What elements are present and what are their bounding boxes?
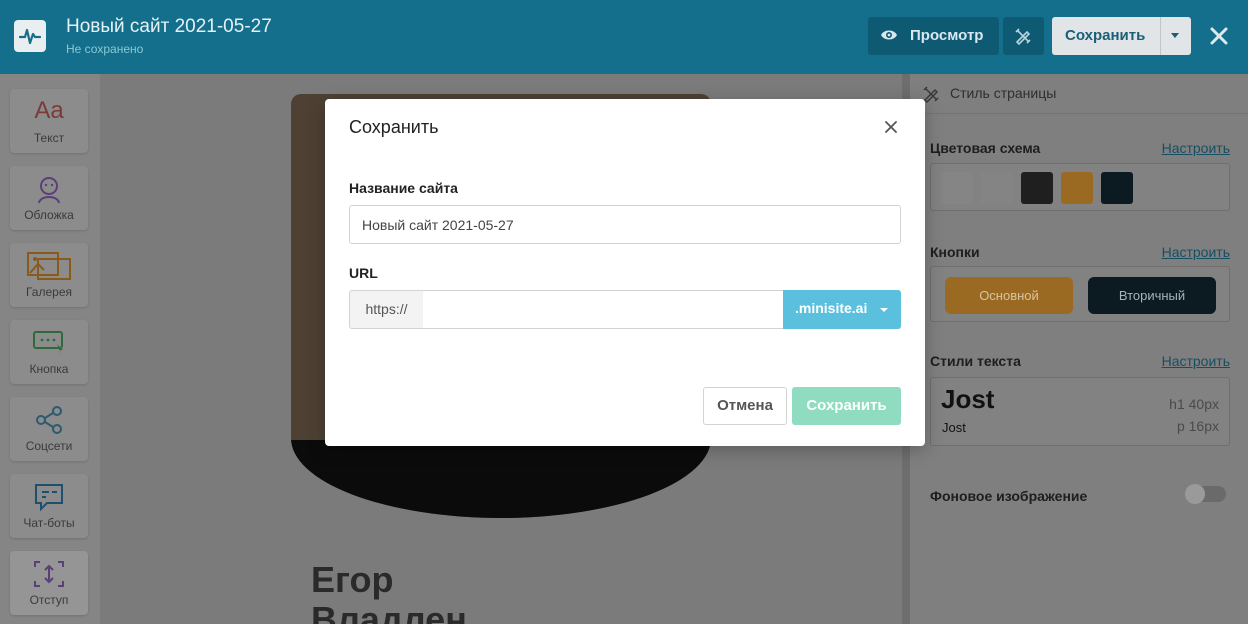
name-line-1: Егор bbox=[311, 559, 394, 600]
p-size: p 16px bbox=[1176, 418, 1219, 434]
background-image-title: Фоновое изображение bbox=[930, 488, 1088, 504]
close-icon[interactable] bbox=[883, 119, 899, 135]
url-prefix: https:// bbox=[349, 290, 424, 329]
color-scheme-configure-link[interactable]: Настроить bbox=[1162, 140, 1230, 156]
preview-label: Просмотр bbox=[910, 27, 984, 44]
color-swatch[interactable] bbox=[1101, 172, 1133, 204]
tool-social[interactable]: Соцсети bbox=[10, 397, 88, 461]
buttons-preview: Основной Вторичный bbox=[930, 266, 1230, 322]
domain-dropdown[interactable]: .minisite.ai bbox=[783, 290, 901, 329]
save-dialog: Сохранить Название сайта URL https:// .m… bbox=[325, 99, 925, 446]
chevron-down-icon bbox=[880, 308, 888, 312]
divider bbox=[1160, 17, 1161, 55]
tool-text[interactable]: Aa Текст bbox=[10, 89, 88, 153]
tool-spacing[interactable]: Отступ bbox=[10, 551, 88, 615]
site-title: Новый сайт 2021-05-27 bbox=[66, 16, 272, 37]
panel-header: Стиль страницы bbox=[910, 74, 1248, 114]
cover-name[interactable]: Егор Владлен bbox=[311, 560, 467, 624]
tool-label: Кнопка bbox=[29, 362, 69, 376]
design-tools-button[interactable] bbox=[1003, 17, 1044, 55]
color-swatches bbox=[930, 163, 1230, 211]
save-status: Не сохранено bbox=[66, 42, 144, 56]
share-icon bbox=[10, 405, 88, 440]
name-line-2: Владлен bbox=[311, 599, 467, 624]
tool-chatbots[interactable]: Чат-боты bbox=[10, 474, 88, 538]
pencil-ruler-icon bbox=[923, 86, 939, 103]
tool-label: Галерея bbox=[25, 285, 73, 299]
tool-button[interactable]: Кнопка bbox=[10, 320, 88, 384]
cover-face-icon bbox=[10, 174, 88, 209]
text-aa-icon: Aa bbox=[34, 97, 64, 124]
tool-label: Чат-боты bbox=[23, 516, 75, 530]
domain-label: .minisite.ai bbox=[795, 300, 868, 316]
buttons-configure-link[interactable]: Настроить bbox=[1162, 244, 1230, 260]
tool-label: Отступ bbox=[29, 593, 69, 607]
text-styles-configure-link[interactable]: Настроить bbox=[1162, 353, 1230, 369]
color-swatch[interactable] bbox=[981, 172, 1013, 204]
color-swatch[interactable] bbox=[1021, 172, 1053, 204]
secondary-button-sample[interactable]: Вторичный bbox=[1088, 277, 1216, 314]
close-icon[interactable] bbox=[1207, 24, 1231, 48]
site-name-input[interactable] bbox=[349, 205, 901, 244]
save-button[interactable]: Сохранить bbox=[792, 387, 901, 425]
preview-button[interactable]: Просмотр bbox=[868, 17, 999, 55]
buttons-title: Кнопки bbox=[930, 244, 980, 260]
body-font-sample: Jost bbox=[942, 420, 966, 435]
top-bar: Новый сайт 2021-05-27 Не сохранено Просм… bbox=[0, 0, 1248, 74]
tool-label: Соцсети bbox=[25, 439, 73, 453]
url-label: URL bbox=[349, 265, 378, 281]
primary-button-sample[interactable]: Основной bbox=[945, 277, 1073, 314]
button-icon bbox=[10, 328, 88, 361]
url-field-group: https:// .minisite.ai bbox=[349, 290, 901, 329]
color-swatch[interactable] bbox=[941, 172, 973, 204]
chat-icon bbox=[10, 482, 88, 517]
save-top-label: Сохранить bbox=[1065, 27, 1146, 44]
app-logo-icon[interactable] bbox=[14, 20, 46, 52]
eye-icon bbox=[881, 30, 897, 40]
chevron-down-icon[interactable] bbox=[1171, 33, 1179, 38]
pencil-ruler-icon bbox=[1015, 28, 1031, 45]
tool-cover[interactable]: Обложка bbox=[10, 166, 88, 230]
h1-size: h1 40px bbox=[1169, 396, 1219, 412]
spacing-icon bbox=[10, 559, 88, 594]
site-name-label: Название сайта bbox=[349, 180, 458, 196]
tool-label: Текст bbox=[33, 131, 65, 145]
heading-font-sample: Jost bbox=[941, 384, 995, 414]
text-styles-title: Стили текста bbox=[930, 353, 1021, 369]
text-styles-preview[interactable]: Jost Jost h1 40px p 16px bbox=[930, 377, 1230, 446]
dialog-title: Сохранить bbox=[349, 117, 439, 137]
tool-gallery[interactable]: Галерея bbox=[10, 243, 88, 307]
style-panel: Стиль страницы Цветовая схема Настроить … bbox=[910, 74, 1248, 624]
color-swatch[interactable] bbox=[1061, 172, 1093, 204]
left-toolbar: Aa Текст Обложка Галерея Кнопка Соцсети … bbox=[0, 74, 100, 624]
photo-shirt bbox=[291, 440, 711, 518]
toggle-knob bbox=[1185, 484, 1205, 504]
panel-title: Стиль страницы bbox=[950, 85, 1057, 101]
tool-label: Обложка bbox=[24, 208, 74, 222]
gallery-icon bbox=[10, 251, 88, 286]
cancel-button[interactable]: Отмена bbox=[703, 387, 787, 425]
url-input[interactable] bbox=[423, 290, 784, 329]
color-scheme-title: Цветовая схема bbox=[930, 140, 1041, 156]
background-image-toggle[interactable] bbox=[1185, 484, 1226, 504]
save-button-top[interactable]: Сохранить bbox=[1052, 17, 1191, 55]
